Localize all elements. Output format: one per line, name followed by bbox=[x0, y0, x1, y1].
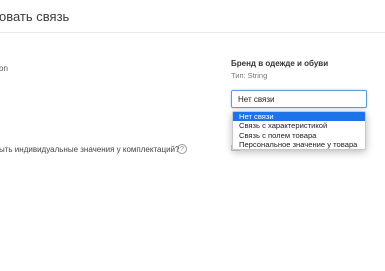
option-link-product-field[interactable]: Связь с полем товара bbox=[233, 131, 365, 140]
select-current-value: Нет связи bbox=[238, 95, 275, 104]
individual-values-question: ыть индивидуальные значения у комплектац… bbox=[0, 145, 180, 154]
option-link-characteristic[interactable]: Связь с характеристикой bbox=[233, 121, 365, 130]
attribute-name: Бренд в одежде и обуви bbox=[231, 59, 329, 68]
option-personal-value[interactable]: Персональное значение у товара bbox=[233, 140, 365, 149]
link-type-dropdown: Нет связи Связь с характеристикой Связь … bbox=[232, 111, 366, 150]
link-type-select[interactable]: Нет связи bbox=[231, 90, 367, 108]
individual-values-checkbox[interactable] bbox=[231, 145, 240, 151]
modal-title: овать связь bbox=[0, 9, 70, 24]
help-icon[interactable]: ? bbox=[177, 144, 187, 154]
option-no-link[interactable]: Нет связи bbox=[233, 112, 365, 122]
attribute-type: Тип: String bbox=[231, 71, 268, 80]
modal-header: овать связь bbox=[0, 0, 385, 33]
field-label-fragment: on bbox=[0, 64, 8, 73]
